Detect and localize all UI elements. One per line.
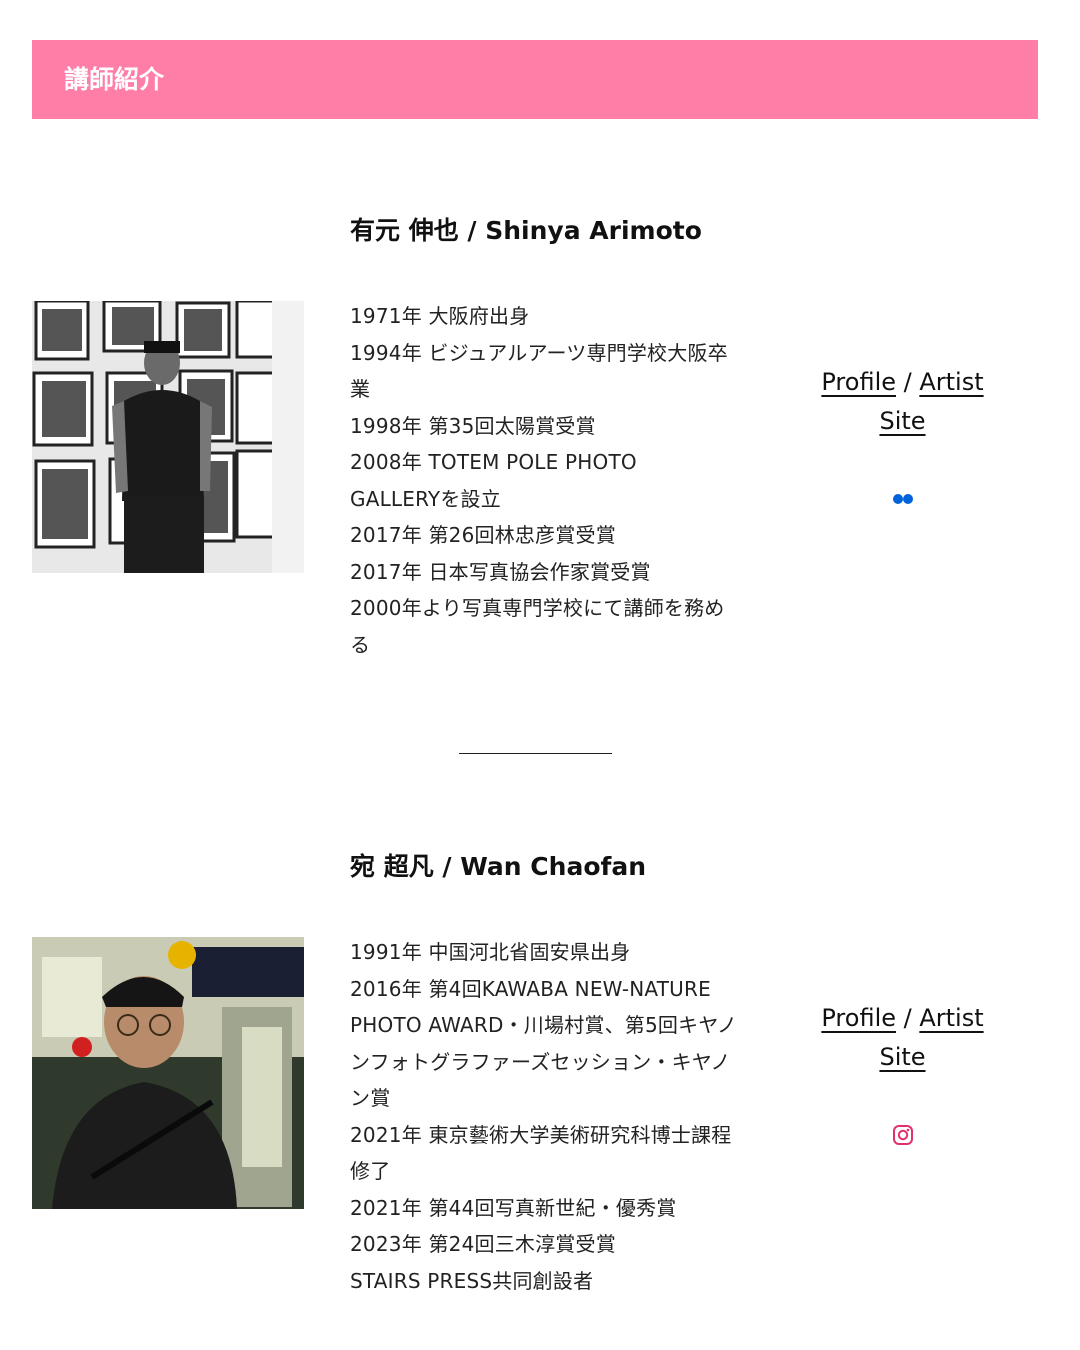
instructor-bio: 1991年 中国河北省固安県出身 2016年 第4回KAWABA NEW-NAT… [350,934,770,1299]
bio-line: 2023年 第24回三木淳賞受賞 [350,1232,616,1256]
bio-line: 業 [350,377,371,401]
instructor-name: 有元 伸也 / Shinya Arimoto [350,216,702,245]
bio-line: 1998年 第35回太陽賞受賞 [350,413,596,438]
instructor-photo [32,301,304,573]
instructor-bio: 1971年 大阪府出身 1994年 ビジュアルアーツ専門学校大阪卒 業 1998… [350,298,770,663]
bio-line: る [350,632,371,657]
bio-line: 修了 [350,1159,391,1183]
bio-line: 2021年 第44回写真新世紀・優秀賞 [350,1195,677,1220]
divider [459,753,612,754]
bio-line: ンフォトグラファーズセッション・キヤノ [350,1049,731,1074]
instructor-name: 宛 超凡 / Wan Chaofan [350,852,647,881]
instructor-links: Profile / Artist Site [800,363,1005,441]
bio-line: 1971年 大阪府出身 [350,304,530,328]
artist-site-link[interactable]: Artist [919,368,983,396]
artist-site-link-continued[interactable]: Site [879,1043,925,1071]
bio-line: 1994年 ビジュアルアーツ専門学校大阪卒 [350,340,728,365]
bio-line: ン賞 [350,1086,391,1110]
artist-site-link-continued[interactable]: Site [879,407,925,435]
instructor-photo [32,937,304,1209]
artist-site-link[interactable]: Artist [919,1004,983,1032]
profile-link[interactable]: Profile [821,1004,896,1032]
link-separator: / [896,368,920,396]
bio-line: 2000年より写真専門学校にて講師を務め [350,596,725,620]
bio-line: 2017年 第26回林忠彦賞受賞 [350,523,616,547]
section-title: 講師紹介 [64,65,165,94]
bio-line: 2008年 TOTEM POLE PHOTO [350,450,637,474]
instructor-links: Profile / Artist Site [800,999,1005,1077]
instagram-icon[interactable] [890,1122,916,1148]
bio-line: 2016年 第4回KAWABA NEW-NATURE [350,976,711,1001]
bio-line: PHOTO AWARD・川場村賞、第5回キヤノ [350,1013,738,1037]
bio-line: 2021年 東京藝術大学美術研究科博士課程 [350,1122,732,1147]
profile-link[interactable]: Profile [821,368,896,396]
bio-line: 2017年 日本写真協会作家賞受賞 [350,559,651,584]
link-separator: / [896,1004,920,1032]
section-header: 講師紹介 [32,40,1038,119]
bio-line: 1991年 中国河北省固安県出身 [350,940,631,964]
bio-line: STAIRS PRESS共同創設者 [350,1268,594,1293]
flickr-icon[interactable] [890,486,916,512]
bio-line: GALLERYを設立 [350,486,501,511]
